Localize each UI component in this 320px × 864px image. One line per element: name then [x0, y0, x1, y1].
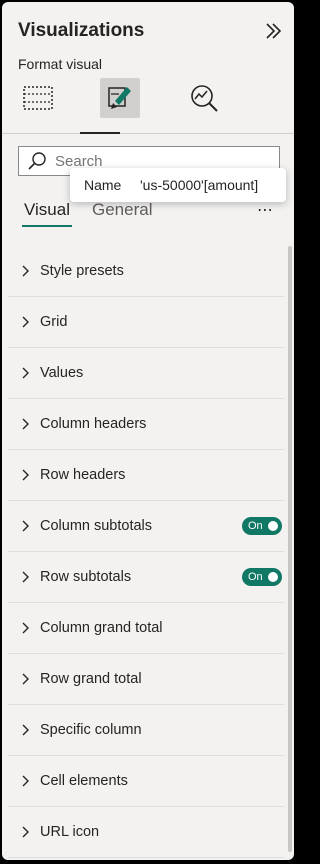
- tooltip-key: Name: [84, 177, 122, 193]
- section-label: Column subtotals: [40, 518, 153, 534]
- icon-bar-divider: [2, 133, 294, 134]
- chevron-right-icon: [22, 724, 29, 736]
- section-column-headers[interactable]: Column headers: [8, 399, 284, 450]
- section-label: Values: [40, 365, 84, 381]
- active-tab-indicator: [22, 225, 72, 227]
- chevron-right-icon: [22, 265, 29, 277]
- toggle-knob: [268, 521, 278, 531]
- double-chevron-right-icon: [266, 23, 282, 39]
- section-row-grand-total[interactable]: Row grand total: [8, 654, 284, 705]
- section-column-grand-total[interactable]: Column grand total: [8, 603, 284, 654]
- tab-general[interactable]: General: [92, 200, 152, 220]
- section-column-subtotals[interactable]: Column subtotals On: [8, 501, 284, 552]
- row-subtotals-toggle[interactable]: On: [242, 568, 282, 586]
- tooltip-value: 'us-50000'[amount]: [140, 177, 259, 193]
- section-label: Specific column: [40, 722, 142, 738]
- section-values[interactable]: Values: [8, 348, 284, 399]
- visualizations-pane: Visualizations Format visual Search Name…: [2, 2, 294, 860]
- chevron-right-icon: [22, 418, 29, 430]
- chevron-right-icon: [22, 571, 29, 583]
- section-label: URL icon: [40, 824, 100, 840]
- chevron-right-icon: [22, 367, 29, 379]
- format-visual-subtitle: Format visual: [18, 56, 103, 72]
- column-subtotals-toggle[interactable]: On: [242, 517, 282, 535]
- tab-visual[interactable]: Visual: [24, 200, 70, 220]
- section-label: Cell elements: [40, 773, 128, 789]
- format-sections-list: Style presets Grid Values Column headers…: [8, 246, 284, 858]
- chevron-right-icon: [22, 520, 29, 532]
- pane-title: Visualizations: [18, 20, 145, 41]
- section-label: Grid: [40, 314, 68, 330]
- toggle-label: On: [248, 520, 263, 532]
- chevron-right-icon: [22, 622, 29, 634]
- section-cell-elements[interactable]: Cell elements: [8, 756, 284, 807]
- chevron-right-icon: [22, 826, 29, 838]
- visualization-icon-bar: [2, 78, 294, 134]
- scrollbar[interactable]: [288, 246, 292, 852]
- chevron-right-icon: [22, 673, 29, 685]
- section-label: Row subtotals: [40, 569, 132, 585]
- analytics-button[interactable]: [184, 78, 224, 118]
- chevron-right-icon: [22, 316, 29, 328]
- selected-icon-indicator: [80, 132, 120, 134]
- chevron-right-icon: [22, 469, 29, 481]
- analytics-icon: [191, 85, 218, 112]
- build-visual-icon: [23, 86, 53, 110]
- section-style-presets[interactable]: Style presets: [8, 246, 284, 297]
- search-icon: [28, 152, 46, 170]
- section-url-icon[interactable]: URL icon: [8, 807, 284, 858]
- more-options-button[interactable]: ⋯: [257, 200, 274, 220]
- toggle-label: On: [248, 571, 263, 583]
- section-label: Column headers: [40, 416, 147, 432]
- section-grid[interactable]: Grid: [8, 297, 284, 348]
- section-label: Row headers: [40, 467, 126, 483]
- toggle-knob: [268, 572, 278, 582]
- build-visual-button[interactable]: [18, 78, 58, 118]
- collapse-pane-button[interactable]: [262, 20, 284, 42]
- section-row-headers[interactable]: Row headers: [8, 450, 284, 501]
- section-row-subtotals[interactable]: Row subtotals On: [8, 552, 284, 603]
- section-specific-column[interactable]: Specific column: [8, 705, 284, 756]
- format-visual-button[interactable]: [100, 78, 140, 118]
- section-label: Column grand total: [40, 620, 163, 636]
- format-visual-icon: [108, 87, 131, 109]
- format-tabs: Visual General ⋯: [18, 198, 280, 230]
- name-tooltip: Name 'us-50000'[amount]: [70, 168, 286, 202]
- chevron-right-icon: [22, 775, 29, 787]
- section-label: Style presets: [40, 263, 124, 279]
- section-label: Row grand total: [40, 671, 142, 687]
